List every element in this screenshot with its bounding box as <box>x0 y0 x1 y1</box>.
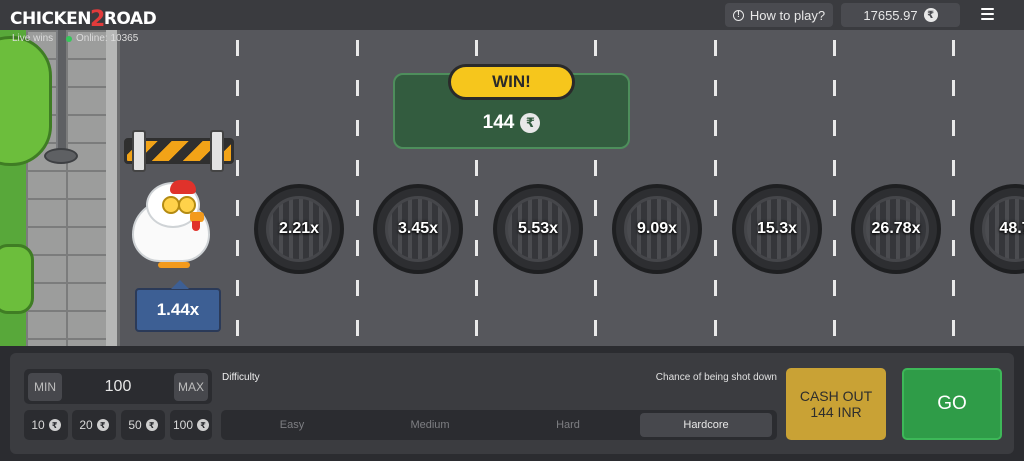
lane-manhole-4[interactable]: 9.09x <box>612 184 702 274</box>
difficulty-easy[interactable]: Easy <box>226 413 358 437</box>
info-icon: ! <box>732 9 744 21</box>
live-wins-label[interactable]: Live wins <box>12 33 53 44</box>
how-to-play-button[interactable]: ! How to play? <box>725 3 833 27</box>
difficulty-hardcore[interactable]: Hardcore <box>640 413 772 437</box>
quick-bet-label: 50 <box>128 418 142 432</box>
quick-bet-label: 100 <box>172 418 194 432</box>
lamp-post-icon <box>56 30 66 155</box>
cash-out-button[interactable]: CASH OUT 144 INR <box>786 368 886 440</box>
difficulty-hard[interactable]: Hard <box>502 413 634 437</box>
difficulty-medium[interactable]: Medium <box>364 413 496 437</box>
curb <box>106 30 120 346</box>
lane-manhole-2[interactable]: 3.45x <box>373 184 463 274</box>
lane-manhole-7[interactable]: 48.7 <box>970 184 1024 274</box>
difficulty-label: Difficulty <box>222 372 260 383</box>
lane-manhole-1[interactable]: 2.21x <box>254 184 344 274</box>
rupee-icon: ₹ <box>145 419 158 431</box>
balance-amount: 17655.97 <box>863 7 918 23</box>
lane-divider <box>714 40 717 346</box>
top-bar: CHICKEN2ROAD ! How to play? 17655.97 ₹ <box>0 0 1024 32</box>
quick-bet-50-button[interactable]: 50 ₹ <box>121 410 165 440</box>
game-logo: CHICKEN2ROAD <box>10 7 157 32</box>
rupee-icon: ₹ <box>520 113 541 133</box>
quick-bet-10-button[interactable]: 10 ₹ <box>24 410 68 440</box>
how-to-play-label: How to play? <box>749 7 826 23</box>
quick-bet-label: 20 <box>79 418 93 432</box>
balance-display: 17655.97 ₹ <box>841 3 960 27</box>
lane-multiplier: 26.78x <box>871 220 921 237</box>
go-button[interactable]: GO <box>902 368 1002 440</box>
online-count: Online: 10365 <box>66 33 138 44</box>
lane-multiplier: 5.53x <box>517 220 559 237</box>
lane-manhole-3[interactable]: 5.53x <box>493 184 583 274</box>
bet-amount-input[interactable]: 100 <box>62 378 174 396</box>
min-bet-button[interactable]: MIN <box>28 373 62 401</box>
chicken-character-icon <box>128 178 212 268</box>
current-multiplier-tag: 1.44x <box>135 280 221 332</box>
lane-divider <box>952 40 955 346</box>
road-barrier-icon <box>124 130 234 172</box>
quick-bet-100-button[interactable]: 100 ₹ <box>170 410 212 440</box>
lane-multiplier: 15.3x <box>756 220 798 237</box>
win-badge: WIN! <box>448 64 575 100</box>
lane-divider <box>833 40 836 346</box>
tree-icon <box>0 36 52 166</box>
cash-out-label: CASH OUT <box>799 388 873 404</box>
win-amount: 144 ₹ <box>393 112 630 134</box>
online-status-dot-icon <box>66 35 72 42</box>
chance-label: Chance of being shot down <box>655 372 777 383</box>
lane-multiplier: 48.7 <box>999 220 1024 237</box>
max-bet-button[interactable]: MAX <box>174 373 208 401</box>
lane-multiplier: 3.45x <box>397 220 439 237</box>
lane-manhole-5[interactable]: 15.3x <box>732 184 822 274</box>
quick-bet-20-button[interactable]: 20 ₹ <box>72 410 116 440</box>
quick-bet-label: 10 <box>31 418 45 432</box>
bush-icon <box>0 244 34 314</box>
rupee-icon: ₹ <box>48 419 61 431</box>
lamp-base <box>44 148 78 164</box>
win-amount-value: 144 <box>482 112 515 133</box>
lane-divider <box>236 40 239 346</box>
cash-out-amount: 144 INR <box>810 404 862 420</box>
lane-divider <box>356 40 359 346</box>
online-count-label: Online: 10365 <box>76 33 139 44</box>
rupee-icon: ₹ <box>197 419 210 431</box>
hamburger-menu-icon[interactable] <box>981 8 994 20</box>
rupee-icon: ₹ <box>96 419 109 431</box>
lane-manhole-6[interactable]: 26.78x <box>851 184 941 274</box>
lane-multiplier: 2.21x <box>278 220 320 237</box>
lane-multiplier: 9.09x <box>636 220 678 237</box>
rupee-icon: ₹ <box>923 8 938 22</box>
